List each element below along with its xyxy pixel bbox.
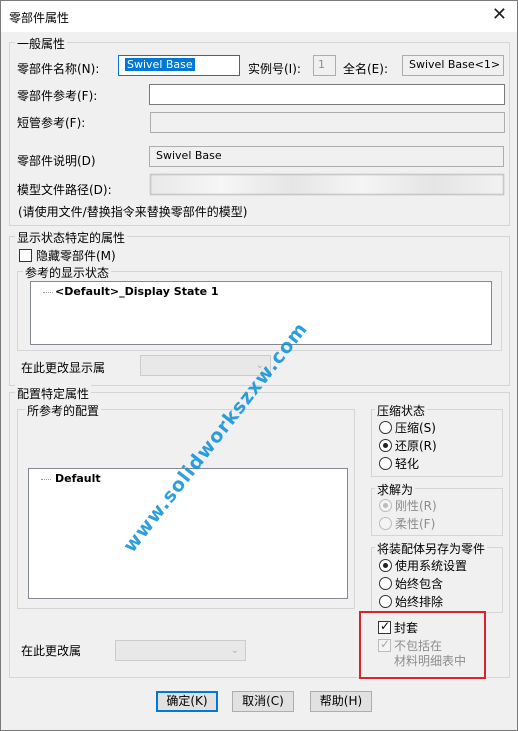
title-bar: 零部件属性 ✕ xyxy=(1,1,517,32)
always-exclude-label: 始终排除 xyxy=(395,595,444,609)
component-properties-dialog: 零部件属性 ✕ 一般属性 零部件名称(N): Swivel Base 实例号(I… xyxy=(0,0,518,731)
rigid-label: 刚性(R) xyxy=(395,499,437,513)
cancel-button[interactable]: 取消(C) xyxy=(232,691,294,712)
full-name-field: Swivel Base<1> xyxy=(402,55,504,76)
component-name-label: 零部件名称(N): xyxy=(17,62,100,76)
short-reference-label: 短管参考(F): xyxy=(17,116,86,130)
short-reference-field xyxy=(150,112,505,133)
config-properties-legend: 配置特定属性 xyxy=(15,385,92,402)
model-path-label: 模型文件路径(D): xyxy=(17,183,112,197)
config-item[interactable]: Default xyxy=(55,472,101,485)
checkmark-icon: ✓ xyxy=(380,637,391,651)
save-as-part-legend: 将装配体另存为零件 xyxy=(375,540,488,557)
component-reference-label: 零部件参考(F): xyxy=(17,89,98,103)
display-states-list[interactable]: <Default>_Display State 1 xyxy=(30,281,492,345)
resolve-radio[interactable] xyxy=(379,439,392,452)
envelope-checkbox[interactable]: ✓ xyxy=(378,619,391,634)
instance-id-field: 1 xyxy=(313,55,336,76)
suppress-label: 压缩(S) xyxy=(395,421,436,435)
general-properties-legend: 一般属性 xyxy=(15,35,68,52)
tree-line xyxy=(41,479,51,480)
hide-component-checkbox[interactable] xyxy=(19,249,32,262)
help-button[interactable]: 帮助(H) xyxy=(310,691,372,712)
use-system-setting-radio[interactable] xyxy=(379,559,392,572)
chevron-down-icon: ⌄ xyxy=(230,645,239,656)
use-system-setting-label: 使用系统设置 xyxy=(395,559,468,573)
rigid-radio[interactable] xyxy=(379,499,392,512)
resolve-label: 还原(R) xyxy=(395,439,437,453)
always-exclude-radio[interactable] xyxy=(379,595,392,608)
flexible-radio[interactable] xyxy=(379,517,392,530)
always-include-radio[interactable] xyxy=(379,577,392,590)
instance-id-label: 实例号(I): xyxy=(248,62,301,76)
lightweight-radio[interactable] xyxy=(379,457,392,470)
change-config-dropdown: ⌄ xyxy=(115,640,246,661)
referenced-configs-legend: 所参考的配置 xyxy=(25,402,102,419)
change-config-label: 在此更改属 xyxy=(21,644,82,658)
close-icon[interactable]: ✕ xyxy=(492,5,507,25)
ok-button[interactable]: 确定(K) xyxy=(156,691,218,712)
tree-line xyxy=(43,292,53,293)
replace-hint-text: (请使用文件/替换指令来替换零部件的模型) xyxy=(18,205,248,219)
referenced-display-states-legend: 参考的显示状态 xyxy=(23,264,112,281)
suppress-radio[interactable] xyxy=(379,421,392,434)
component-description-field: Swivel Base xyxy=(149,146,504,167)
lightweight-label: 轻化 xyxy=(395,457,420,471)
checkmark-icon: ✓ xyxy=(380,619,391,633)
component-name-input[interactable]: Swivel Base xyxy=(118,55,240,76)
full-name-label: 全名(E): xyxy=(343,62,388,76)
exclude-bom-checkbox[interactable]: ✓ xyxy=(378,637,391,652)
always-include-label: 始终包含 xyxy=(395,577,444,591)
component-reference-input[interactable] xyxy=(149,84,505,105)
flexible-label: 柔性(F) xyxy=(395,517,436,531)
display-state-legend: 显示状态特定的属性 xyxy=(15,229,128,246)
change-display-label: 在此更改显示属 xyxy=(21,361,106,375)
model-path-field xyxy=(150,174,504,195)
component-description-label: 零部件说明(D) xyxy=(17,154,96,168)
exclude-bom-label-line2: 材料明细表中 xyxy=(394,654,467,668)
solve-as-legend: 求解为 xyxy=(375,481,416,498)
display-state-item[interactable]: <Default>_Display State 1 xyxy=(55,285,219,298)
dialog-title: 零部件属性 xyxy=(9,11,70,25)
hide-component-label: 隐藏零部件(M) xyxy=(36,249,116,263)
suppression-state-legend: 压缩状态 xyxy=(375,402,428,419)
envelope-label: 封套 xyxy=(394,621,419,635)
